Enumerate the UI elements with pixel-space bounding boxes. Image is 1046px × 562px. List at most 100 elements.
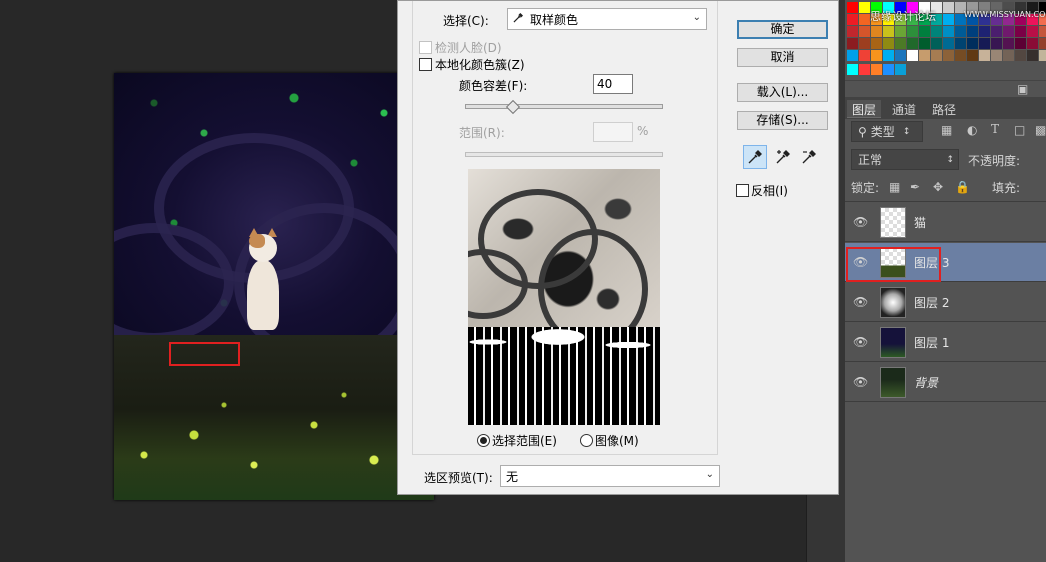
color-swatch[interactable] <box>1003 26 1014 37</box>
select-dropdown[interactable]: 取样颜色 ⌄ <box>507 8 707 30</box>
save-button[interactable]: 存储(S)... <box>737 111 828 130</box>
color-swatch[interactable] <box>1027 38 1038 49</box>
color-swatch[interactable] <box>991 38 1002 49</box>
color-swatch[interactable] <box>871 26 882 37</box>
smart-object-filter-icon[interactable]: ▩ <box>1035 123 1046 137</box>
detect-faces-checkbox[interactable] <box>419 41 432 54</box>
color-swatch[interactable] <box>967 26 978 37</box>
blend-mode-dropdown[interactable]: 正常 ↕ <box>851 149 959 170</box>
color-swatch[interactable] <box>919 50 930 61</box>
color-swatch[interactable] <box>1039 38 1046 49</box>
color-swatch[interactable] <box>1015 26 1026 37</box>
fuzziness-input[interactable]: 40 <box>593 74 633 94</box>
color-swatch[interactable] <box>979 50 990 61</box>
fuzziness-slider-thumb[interactable] <box>505 99 520 115</box>
color-swatch[interactable] <box>931 26 942 37</box>
color-swatch[interactable] <box>955 26 966 37</box>
color-swatch[interactable] <box>1027 26 1038 37</box>
color-swatch[interactable] <box>907 64 918 75</box>
fuzziness-slider-track[interactable] <box>465 104 663 109</box>
color-swatch[interactable] <box>955 38 966 49</box>
color-swatch[interactable] <box>1015 50 1026 61</box>
selection-preview-dropdown[interactable]: 无 ⌄ <box>500 465 720 487</box>
color-swatch[interactable] <box>847 26 858 37</box>
color-swatch[interactable] <box>1027 50 1038 61</box>
tab-paths[interactable]: 路径 <box>927 100 961 118</box>
new-swatch-icon[interactable]: ▣ <box>1017 82 1028 96</box>
pixel-filter-icon[interactable]: ▦ <box>941 123 952 137</box>
color-swatch[interactable] <box>1003 38 1014 49</box>
color-swatch[interactable] <box>871 64 882 75</box>
load-button[interactable]: 载入(L)... <box>737 83 828 102</box>
color-swatch[interactable] <box>859 64 870 75</box>
color-swatch[interactable] <box>955 50 966 61</box>
lock-image-icon[interactable]: ✒ <box>910 180 920 194</box>
color-swatch[interactable] <box>1039 50 1046 61</box>
range-slider-track[interactable] <box>465 152 663 157</box>
color-swatch[interactable] <box>883 38 894 49</box>
color-swatch[interactable] <box>991 50 1002 61</box>
color-swatch[interactable] <box>943 26 954 37</box>
ok-button[interactable]: 确定 <box>737 20 828 39</box>
eyedropper-icon[interactable] <box>743 145 767 169</box>
lock-position-icon[interactable]: ✥ <box>933 180 943 194</box>
eyedropper-plus-icon[interactable] <box>771 145 795 169</box>
color-swatch[interactable] <box>943 2 954 13</box>
color-swatch[interactable] <box>859 38 870 49</box>
color-swatch[interactable] <box>847 38 858 49</box>
color-swatch[interactable] <box>883 26 894 37</box>
color-swatch[interactable] <box>859 26 870 37</box>
lock-transparent-icon[interactable]: ▦ <box>889 180 900 194</box>
color-swatch[interactable] <box>883 64 894 75</box>
eyedropper-minus-icon[interactable] <box>797 145 821 169</box>
color-swatch[interactable] <box>967 38 978 49</box>
lock-all-icon[interactable]: 🔒 <box>955 180 970 194</box>
shape-filter-icon[interactable]: □ <box>1014 123 1025 137</box>
eye-icon[interactable]: 👁 <box>853 215 868 229</box>
layer-row[interactable]: 👁 背景 <box>845 363 1046 402</box>
color-swatch[interactable] <box>979 26 990 37</box>
color-swatch[interactable] <box>895 26 906 37</box>
color-swatch[interactable] <box>895 38 906 49</box>
layer-row[interactable]: 👁 猫 <box>845 203 1046 242</box>
layer-row[interactable]: 👁 图层 1 <box>845 323 1046 362</box>
color-swatch[interactable] <box>967 50 978 61</box>
color-swatch[interactable] <box>847 50 858 61</box>
color-swatch[interactable] <box>907 38 918 49</box>
layer-row[interactable]: 👁 图层 2 <box>845 283 1046 322</box>
color-swatch[interactable] <box>943 50 954 61</box>
color-swatch[interactable] <box>931 38 942 49</box>
color-swatch[interactable] <box>1039 26 1046 37</box>
color-swatch[interactable] <box>919 26 930 37</box>
layer-filter-dropdown[interactable]: ⚲ 类型 ↕ <box>851 121 923 142</box>
color-swatch[interactable] <box>943 14 954 25</box>
color-swatch[interactable] <box>859 2 870 13</box>
color-swatch[interactable] <box>859 50 870 61</box>
color-swatch[interactable] <box>847 2 858 13</box>
color-swatch[interactable] <box>1015 38 1026 49</box>
eye-icon[interactable]: 👁 <box>853 335 868 349</box>
eye-icon[interactable]: 👁 <box>853 295 868 309</box>
adjustment-filter-icon[interactable]: ◐ <box>967 123 977 137</box>
color-swatch[interactable] <box>943 38 954 49</box>
color-swatch[interactable] <box>919 38 930 49</box>
tab-channels[interactable]: 通道 <box>887 100 921 118</box>
color-swatch[interactable] <box>871 38 882 49</box>
color-swatch[interactable] <box>859 14 870 25</box>
type-filter-icon[interactable]: T <box>991 122 999 136</box>
range-input[interactable] <box>593 122 633 142</box>
color-swatch[interactable] <box>907 26 918 37</box>
color-swatch[interactable] <box>991 26 1002 37</box>
tab-layers[interactable]: 图层 <box>847 100 882 118</box>
color-swatch[interactable] <box>1003 50 1014 61</box>
invert-checkbox[interactable] <box>736 184 749 197</box>
color-swatch[interactable] <box>907 50 918 61</box>
color-swatch[interactable] <box>895 64 906 75</box>
color-swatch[interactable] <box>847 14 858 25</box>
cancel-button[interactable]: 取消 <box>737 48 828 67</box>
localized-clusters-checkbox[interactable] <box>419 58 432 71</box>
color-swatch[interactable] <box>895 50 906 61</box>
color-swatch[interactable] <box>847 64 858 75</box>
color-swatch[interactable] <box>883 50 894 61</box>
color-swatch[interactable] <box>871 50 882 61</box>
